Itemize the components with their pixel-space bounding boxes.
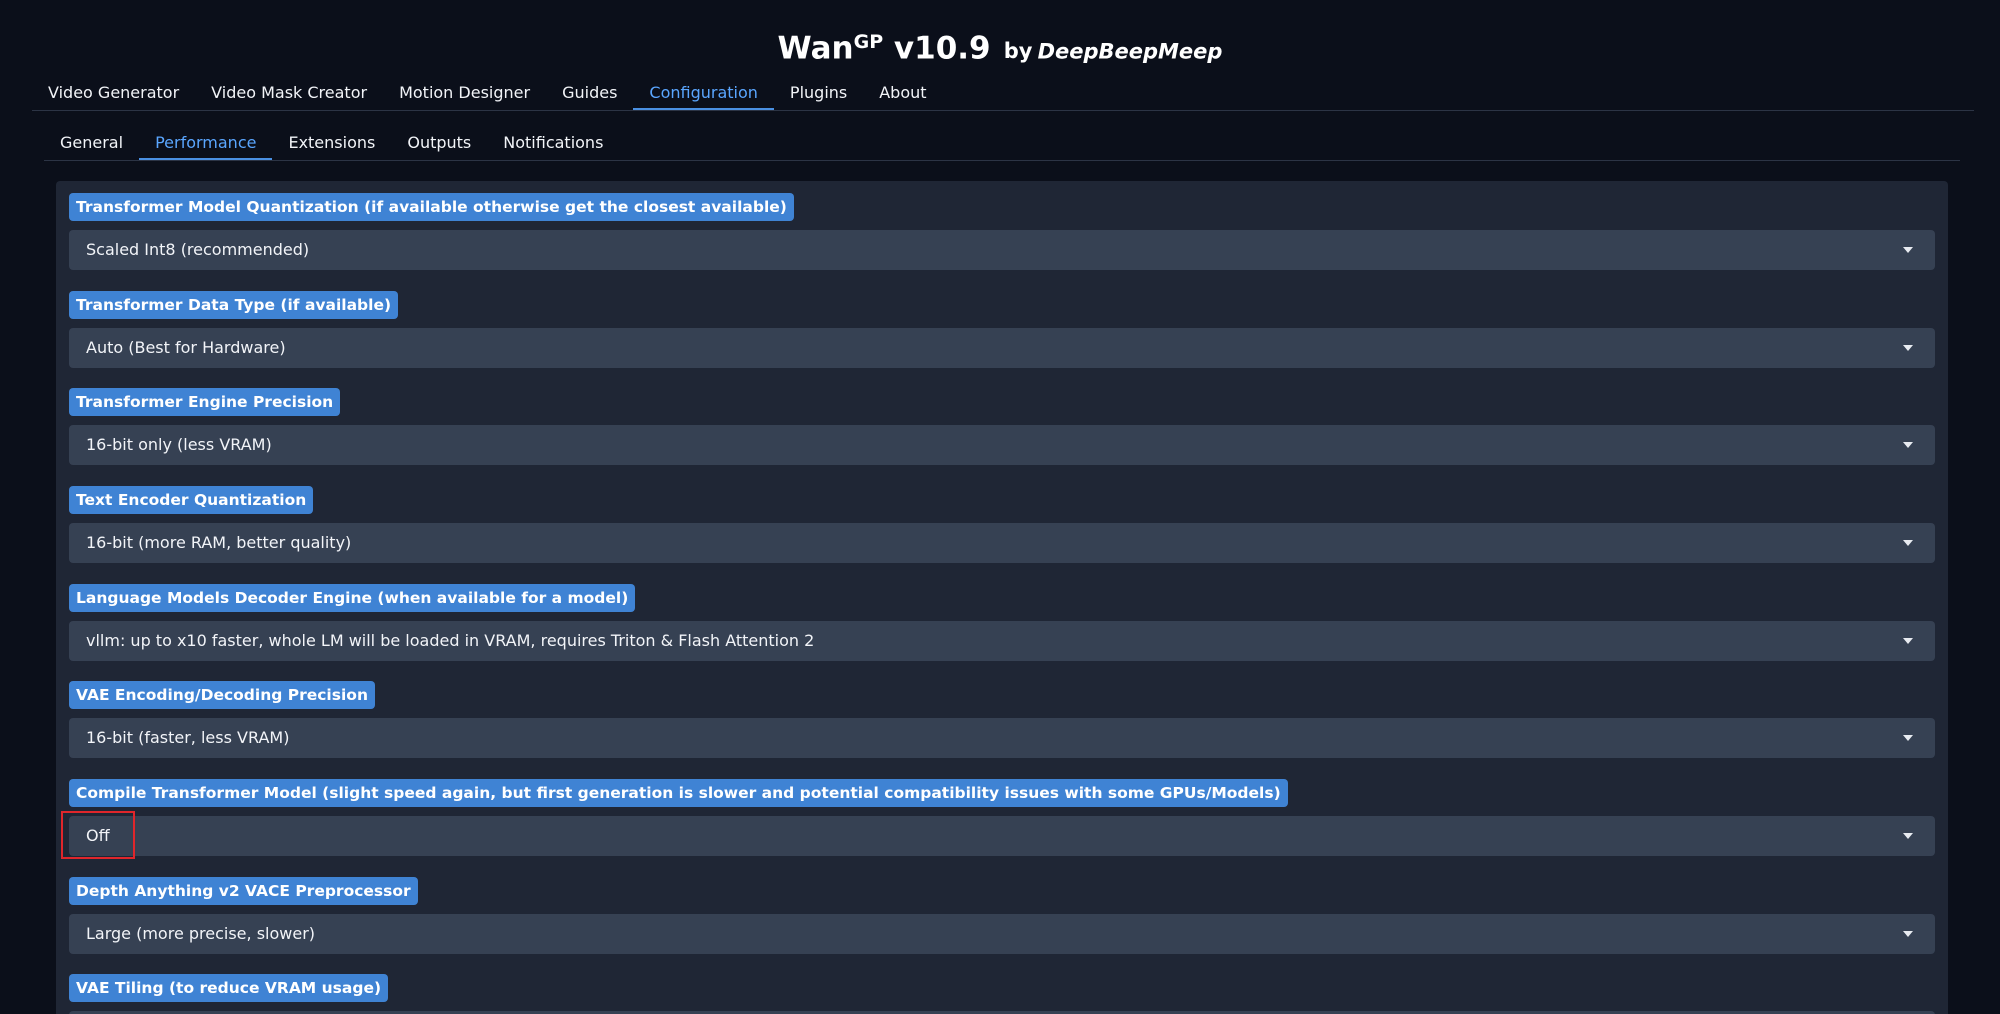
title-superscript: GP <box>853 31 884 53</box>
title-author: DeepBeepMeep <box>1037 39 1223 64</box>
subtab-notifications[interactable]: Notifications <box>487 130 619 160</box>
title-by: by <box>1003 39 1033 64</box>
dropdown-value: vllm: up to x10 faster, whole LM will be… <box>86 631 815 650</box>
subtab-performance[interactable]: Performance <box>139 130 273 160</box>
field-text-encoder-quantization: Text Encoder Quantization 16-bit (more R… <box>69 486 1935 563</box>
field-label: Transformer Data Type (if available) <box>69 291 399 319</box>
field-depth-anything-preprocessor: Depth Anything v2 VACE Preprocessor Larg… <box>69 877 1935 954</box>
title-version: v10.9 <box>883 30 991 67</box>
subtab-extensions[interactable]: Extensions <box>272 130 391 160</box>
dropdown-value: Large (more precise, slower) <box>86 924 316 943</box>
chevron-down-icon <box>1903 540 1913 546</box>
tab-video-mask-creator[interactable]: Video Mask Creator <box>195 80 383 110</box>
config-tab-bar: General Performance Extensions Outputs N… <box>44 130 1960 161</box>
dropdown-value: 16-bit (more RAM, better quality) <box>86 533 352 552</box>
tab-video-generator[interactable]: Video Generator <box>32 80 195 110</box>
dropdown-value: 16-bit only (less VRAM) <box>86 435 272 454</box>
field-label: VAE Tiling (to reduce VRAM usage) <box>69 974 389 1002</box>
lm-decoder-engine-dropdown[interactable]: vllm: up to x10 faster, whole LM will be… <box>69 621 1935 661</box>
chevron-down-icon <box>1903 345 1913 351</box>
field-label: Text Encoder Quantization <box>69 486 314 514</box>
chevron-down-icon <box>1903 247 1913 253</box>
text-encoder-quantization-dropdown[interactable]: 16-bit (more RAM, better quality) <box>69 523 1935 563</box>
field-transformer-data-type: Transformer Data Type (if available) Aut… <box>69 291 1935 368</box>
field-label: Compile Transformer Model (slight speed … <box>69 779 1288 807</box>
field-label: Language Models Decoder Engine (when ava… <box>69 584 636 612</box>
field-label: VAE Encoding/Decoding Precision <box>69 681 375 709</box>
dropdown-value: Scaled Int8 (recommended) <box>86 240 310 259</box>
tab-plugins[interactable]: Plugins <box>774 80 863 110</box>
compile-transformer-dropdown[interactable]: Off <box>61 811 1935 859</box>
dropdown-value: 16-bit (faster, less VRAM) <box>86 728 290 747</box>
tab-motion-designer[interactable]: Motion Designer <box>383 80 546 110</box>
tab-guides[interactable]: Guides <box>546 80 633 110</box>
depth-anything-preprocessor-dropdown[interactable]: Large (more precise, slower) <box>69 914 1935 954</box>
transformer-engine-precision-dropdown[interactable]: 16-bit only (less VRAM) <box>69 425 1935 465</box>
transformer-quantization-dropdown[interactable]: Scaled Int8 (recommended) <box>69 230 1935 270</box>
chevron-down-icon <box>1903 735 1913 741</box>
field-transformer-engine-precision: Transformer Engine Precision 16-bit only… <box>69 388 1935 465</box>
main-tab-bar: Video Generator Video Mask Creator Motio… <box>32 80 1974 111</box>
field-transformer-quantization: Transformer Model Quantization (if avail… <box>69 193 1935 270</box>
chevron-down-icon <box>1903 442 1913 448</box>
transformer-data-type-dropdown[interactable]: Auto (Best for Hardware) <box>69 328 1935 368</box>
field-compile-transformer: Compile Transformer Model (slight speed … <box>61 779 1935 859</box>
vae-precision-dropdown[interactable]: 16-bit (faster, less VRAM) <box>69 718 1935 758</box>
performance-settings-panel: Transformer Model Quantization (if avail… <box>56 181 1948 1014</box>
field-vae-precision: VAE Encoding/Decoding Precision 16-bit (… <box>69 681 1935 758</box>
app-root: WanGP v10.9 by DeepBeepMeep Video Genera… <box>0 0 2000 1014</box>
field-label: Transformer Engine Precision <box>69 388 341 416</box>
subtab-outputs[interactable]: Outputs <box>391 130 487 160</box>
chevron-down-icon <box>1903 833 1913 839</box>
field-vae-tiling: VAE Tiling (to reduce VRAM usage) <box>69 974 1935 1014</box>
app-title: WanGP v10.9 by DeepBeepMeep <box>0 24 2000 75</box>
title-main: Wan <box>777 30 854 67</box>
tab-configuration[interactable]: Configuration <box>633 80 774 110</box>
subtab-general[interactable]: General <box>44 130 139 160</box>
tab-about[interactable]: About <box>863 80 942 110</box>
field-lm-decoder-engine: Language Models Decoder Engine (when ava… <box>69 584 1935 661</box>
dropdown-value: Off <box>86 826 110 845</box>
chevron-down-icon <box>1903 931 1913 937</box>
dropdown-value: Auto (Best for Hardware) <box>86 338 286 357</box>
field-label: Depth Anything v2 VACE Preprocessor <box>69 877 418 905</box>
chevron-down-icon <box>1903 638 1913 644</box>
field-label: Transformer Model Quantization (if avail… <box>69 193 794 221</box>
